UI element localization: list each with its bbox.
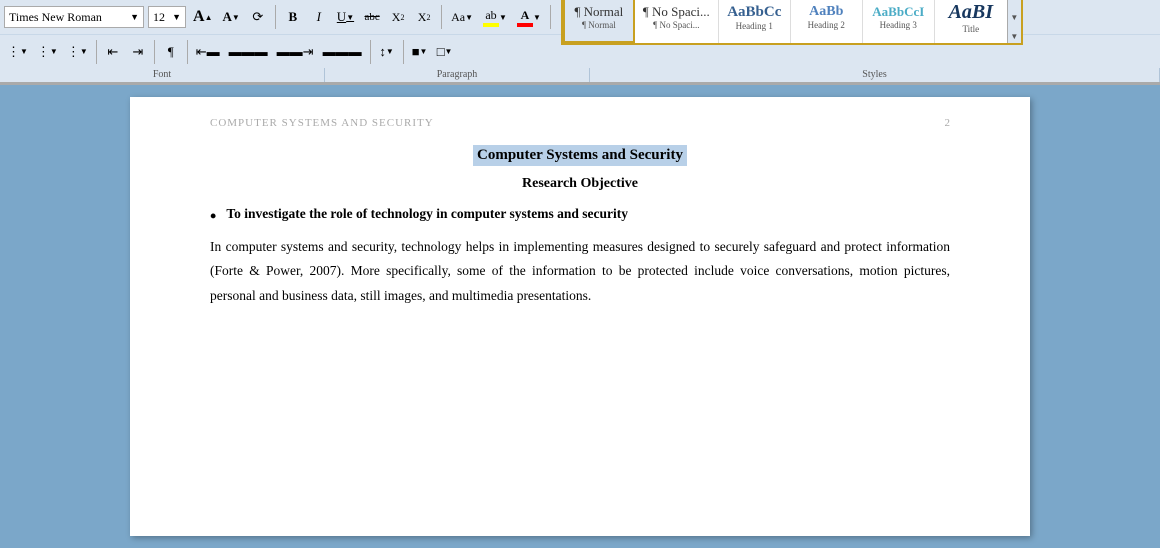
section-bar: Font Paragraph Styles <box>0 68 1160 84</box>
highlight-button[interactable]: ab ▼ <box>480 6 510 28</box>
divider-8 <box>403 40 404 64</box>
style-h1-label: Heading 1 <box>736 21 773 31</box>
divider-1 <box>275 5 276 29</box>
style-title-label: Title <box>962 24 979 34</box>
subscript-button[interactable]: X2 <box>387 6 409 28</box>
style-nospace-preview: ¶ No Spaci... <box>643 4 710 20</box>
grow-font-button[interactable]: A▲ <box>190 6 215 28</box>
divider-5 <box>154 40 155 64</box>
divider-6 <box>187 40 188 64</box>
align-center-button[interactable]: ▬▬▬ <box>226 41 271 63</box>
align-left-button[interactable]: ⇤▬ <box>193 41 223 63</box>
page-header: COMPUTER SYSTEMS AND SECURITY 2 <box>210 117 950 129</box>
style-h2-preview: AaBb <box>809 4 843 20</box>
scroll-more-icon[interactable]: ▼ <box>1010 32 1018 41</box>
page-number: 2 <box>945 117 951 129</box>
style-heading1[interactable]: AaBbCc Heading 1 <box>719 0 791 43</box>
style-h2-label: Heading 2 <box>808 20 845 30</box>
document-page: COMPUTER SYSTEMS AND SECURITY 2 Computer… <box>130 97 1030 536</box>
line-spacing-button[interactable]: ↕▼ <box>376 41 398 63</box>
divider-3 <box>550 5 551 29</box>
font-color-bar <box>517 23 533 27</box>
font-name-text: Times New Roman <box>9 10 128 25</box>
scroll-up-icon[interactable]: ▲ <box>1010 0 1018 2</box>
borders-button[interactable]: □▼ <box>434 41 456 63</box>
font-color-button[interactable]: A ▼ <box>514 6 544 28</box>
style-nospace-label: ¶ No Spaci... <box>653 20 699 30</box>
font-name-box[interactable]: Times New Roman ▼ <box>4 6 144 28</box>
italic-button[interactable]: I <box>308 6 330 28</box>
shrink-font-button[interactable]: A▼ <box>219 6 242 28</box>
numbering-button[interactable]: ⋮▼ <box>34 41 61 63</box>
font-size-box[interactable]: 12 ▼ <box>148 6 186 28</box>
toolbar-container: Times New Roman ▼ 12 ▼ A▲ A▼ ⟳ B I U▼ ab… <box>0 0 1160 85</box>
highlight-color-bar <box>483 23 499 27</box>
superscript-button[interactable]: X2 <box>413 6 435 28</box>
styles-panel: ¶ Normal ¶ Normal ¶ No Spaci... ¶ No Spa… <box>561 0 1023 45</box>
divider-4 <box>96 40 97 64</box>
strikethrough-button[interactable]: abc <box>361 6 383 28</box>
style-normal-label: ¶ Normal <box>582 20 616 30</box>
style-title[interactable]: AaBI Title <box>935 0 1007 43</box>
underline-button[interactable]: U▼ <box>334 6 357 28</box>
body-text: In computer systems and security, techno… <box>210 235 950 308</box>
font-section-label: Font <box>0 68 325 82</box>
doc-title[interactable]: Computer Systems and Security <box>473 145 687 166</box>
style-h3-label: Heading 3 <box>880 20 917 30</box>
style-h3-preview: AaBbCcI <box>872 4 924 20</box>
toolbar-row1: Times New Roman ▼ 12 ▼ A▲ A▼ ⟳ B I U▼ ab… <box>0 0 1160 34</box>
style-heading2[interactable]: AaBb Heading 2 <box>791 0 863 43</box>
change-case-button[interactable]: Aa▼ <box>448 6 476 28</box>
divider-2 <box>441 5 442 29</box>
scroll-down-icon[interactable]: ▼ <box>1010 13 1018 22</box>
style-title-preview: AaBI <box>949 1 993 24</box>
decrease-indent-button[interactable]: ⇤ <box>102 41 124 63</box>
bullet-dot: • <box>210 207 216 225</box>
document-area: COMPUTER SYSTEMS AND SECURITY 2 Computer… <box>0 85 1160 548</box>
show-paragraph-button[interactable]: ¶ <box>160 41 182 63</box>
bold-button[interactable]: B <box>282 6 304 28</box>
align-right-button[interactable]: ▬▬⇥ <box>274 41 317 63</box>
header-title: COMPUTER SYSTEMS AND SECURITY <box>210 117 434 129</box>
doc-title-wrapper: Computer Systems and Security <box>210 145 950 172</box>
styles-scrollbar[interactable]: ▲ ▼ ▼ <box>1007 0 1021 43</box>
paragraph-section-label: Paragraph <box>325 68 590 82</box>
font-name-dropdown-icon[interactable]: ▼ <box>130 12 139 22</box>
font-size-value: 12 <box>153 10 172 25</box>
bullet-text: To investigate the role of technology in… <box>226 206 628 222</box>
increase-indent-button[interactable]: ⇥ <box>127 41 149 63</box>
bullets-button[interactable]: ⋮▼ <box>4 41 31 63</box>
style-heading3[interactable]: AaBbCcI Heading 3 <box>863 0 935 43</box>
multilevel-button[interactable]: ⋮▼ <box>64 41 91 63</box>
shading-button[interactable]: ■▼ <box>409 41 431 63</box>
style-h1-preview: AaBbCc <box>727 4 781 21</box>
style-no-spacing[interactable]: ¶ No Spaci... ¶ No Spaci... <box>635 0 719 43</box>
doc-subtitle: Research Objective <box>210 176 950 192</box>
bullet-item: • To investigate the role of technology … <box>210 206 950 225</box>
justify-button[interactable]: ▬▬▬ <box>320 41 365 63</box>
style-normal[interactable]: ¶ Normal ¶ Normal <box>563 0 635 43</box>
styles-section-label: Styles <box>590 68 1160 82</box>
clear-format-button[interactable]: ⟳ <box>247 6 269 28</box>
font-size-dropdown-icon[interactable]: ▼ <box>172 12 181 22</box>
style-normal-preview: ¶ Normal <box>574 4 623 20</box>
divider-7 <box>370 40 371 64</box>
